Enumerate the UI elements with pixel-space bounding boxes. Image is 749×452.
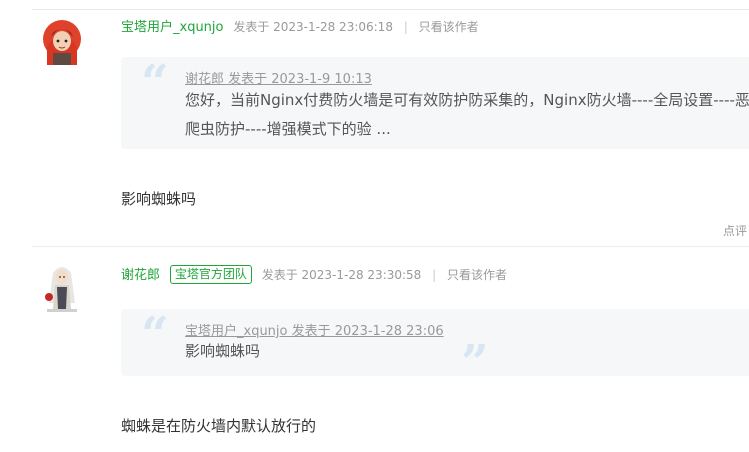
post-time: 发表于 2023-1-28 23:06:18 [233, 20, 393, 34]
quote-block: “ 宝塔用户_xqunjo 发表于 2023-1-28 23:06 影响蜘蛛吗 … [121, 307, 749, 387]
only-author-link[interactable]: 只看该作者 [419, 20, 479, 34]
post-meta: 谢花郎 宝塔官方团队 发表于 2023-1-28 23:30:58 | 只看该作… [121, 264, 507, 284]
post-content: 影响蜘蛛吗 [121, 190, 197, 208]
post-time: 发表于 2023-1-28 23:30:58 [261, 268, 422, 282]
top-divider [32, 9, 749, 10]
avatar[interactable] [41, 15, 83, 65]
post-divider [32, 246, 749, 247]
author-link[interactable]: 谢花郎 [121, 268, 160, 283]
quote-open-icon: “ [141, 307, 169, 363]
quote-header-link[interactable]: 宝塔用户_xqunjo 发表于 2023-1-28 23:06 [185, 320, 444, 339]
meta-separator: | [403, 20, 408, 34]
quote-open-icon: “ [141, 55, 169, 111]
post-content: 蜘蛛是在防火墙内默认放行的 [121, 417, 317, 435]
quote-close-icon: ” [461, 335, 489, 391]
author-link[interactable]: 宝塔用户_xqunjo [121, 20, 224, 35]
official-team-badge: 宝塔官方团队 [169, 265, 252, 284]
quote-text: 您好，当前Nginx付费防火墙是可有效防护防采集的，Nginx防火墙----全局… [185, 91, 749, 138]
meta-separator: | [432, 268, 437, 282]
comment-link[interactable]: 点评 [723, 222, 747, 239]
post-meta: 宝塔用户_xqunjo 发表于 2023-1-28 23:06:18 | 只看该… [121, 16, 479, 35]
only-author-link[interactable]: 只看该作者 [447, 268, 507, 282]
quote-block: “ 谢花郎 发表于 2023-1-9 10:13 您好，当前Nginx付费防火墙… [121, 57, 749, 149]
quote-header-link[interactable]: 谢花郎 发表于 2023-1-9 10:13 [185, 68, 372, 87]
avatar[interactable] [41, 263, 83, 313]
